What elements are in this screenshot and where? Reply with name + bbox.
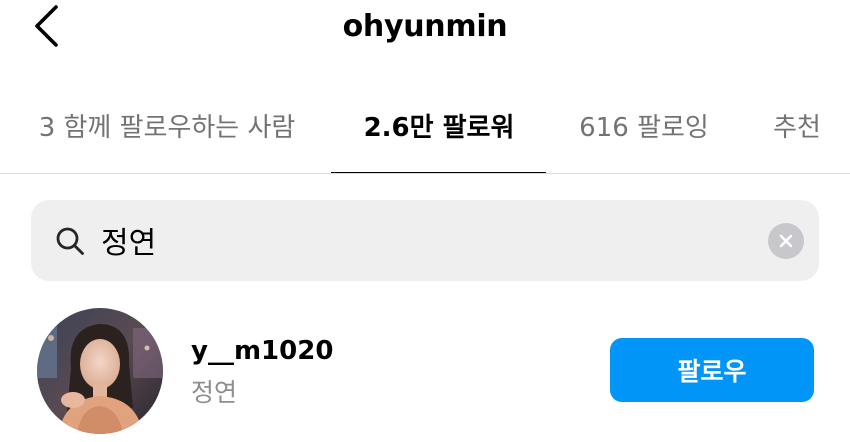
- username[interactable]: y__m1020: [191, 336, 333, 366]
- tab-mutual-followers[interactable]: 3 함께 팔로우하는 사람: [14, 95, 320, 173]
- clear-search-button[interactable]: [768, 223, 804, 259]
- tab-followers[interactable]: 2.6만 팔로워: [332, 95, 546, 173]
- list-item[interactable]: y__m1020 정연 팔로우: [0, 300, 850, 442]
- tab-suggested[interactable]: 추천: [752, 95, 842, 173]
- search-input[interactable]: [101, 214, 761, 266]
- search-bar: [31, 200, 819, 281]
- followers-screen: ohyunmin 3 함께 팔로우하는 사람 2.6만 팔로워 616 팔로잉 …: [0, 0, 850, 442]
- page-title: ohyunmin: [342, 9, 508, 44]
- avatar[interactable]: [37, 308, 163, 434]
- full-name: 정연: [191, 378, 238, 407]
- tab-bar: 3 함께 팔로우하는 사람 2.6만 팔로워 616 팔로잉 추천: [0, 95, 850, 175]
- search-icon: [56, 227, 84, 255]
- top-bar: ohyunmin: [0, 0, 850, 60]
- clear-icon: [779, 234, 793, 248]
- profile-photo-image: [37, 308, 163, 434]
- tab-following[interactable]: 616 팔로잉: [560, 95, 728, 173]
- follow-button[interactable]: 팔로우: [610, 338, 814, 402]
- tabs-divider: [0, 173, 850, 174]
